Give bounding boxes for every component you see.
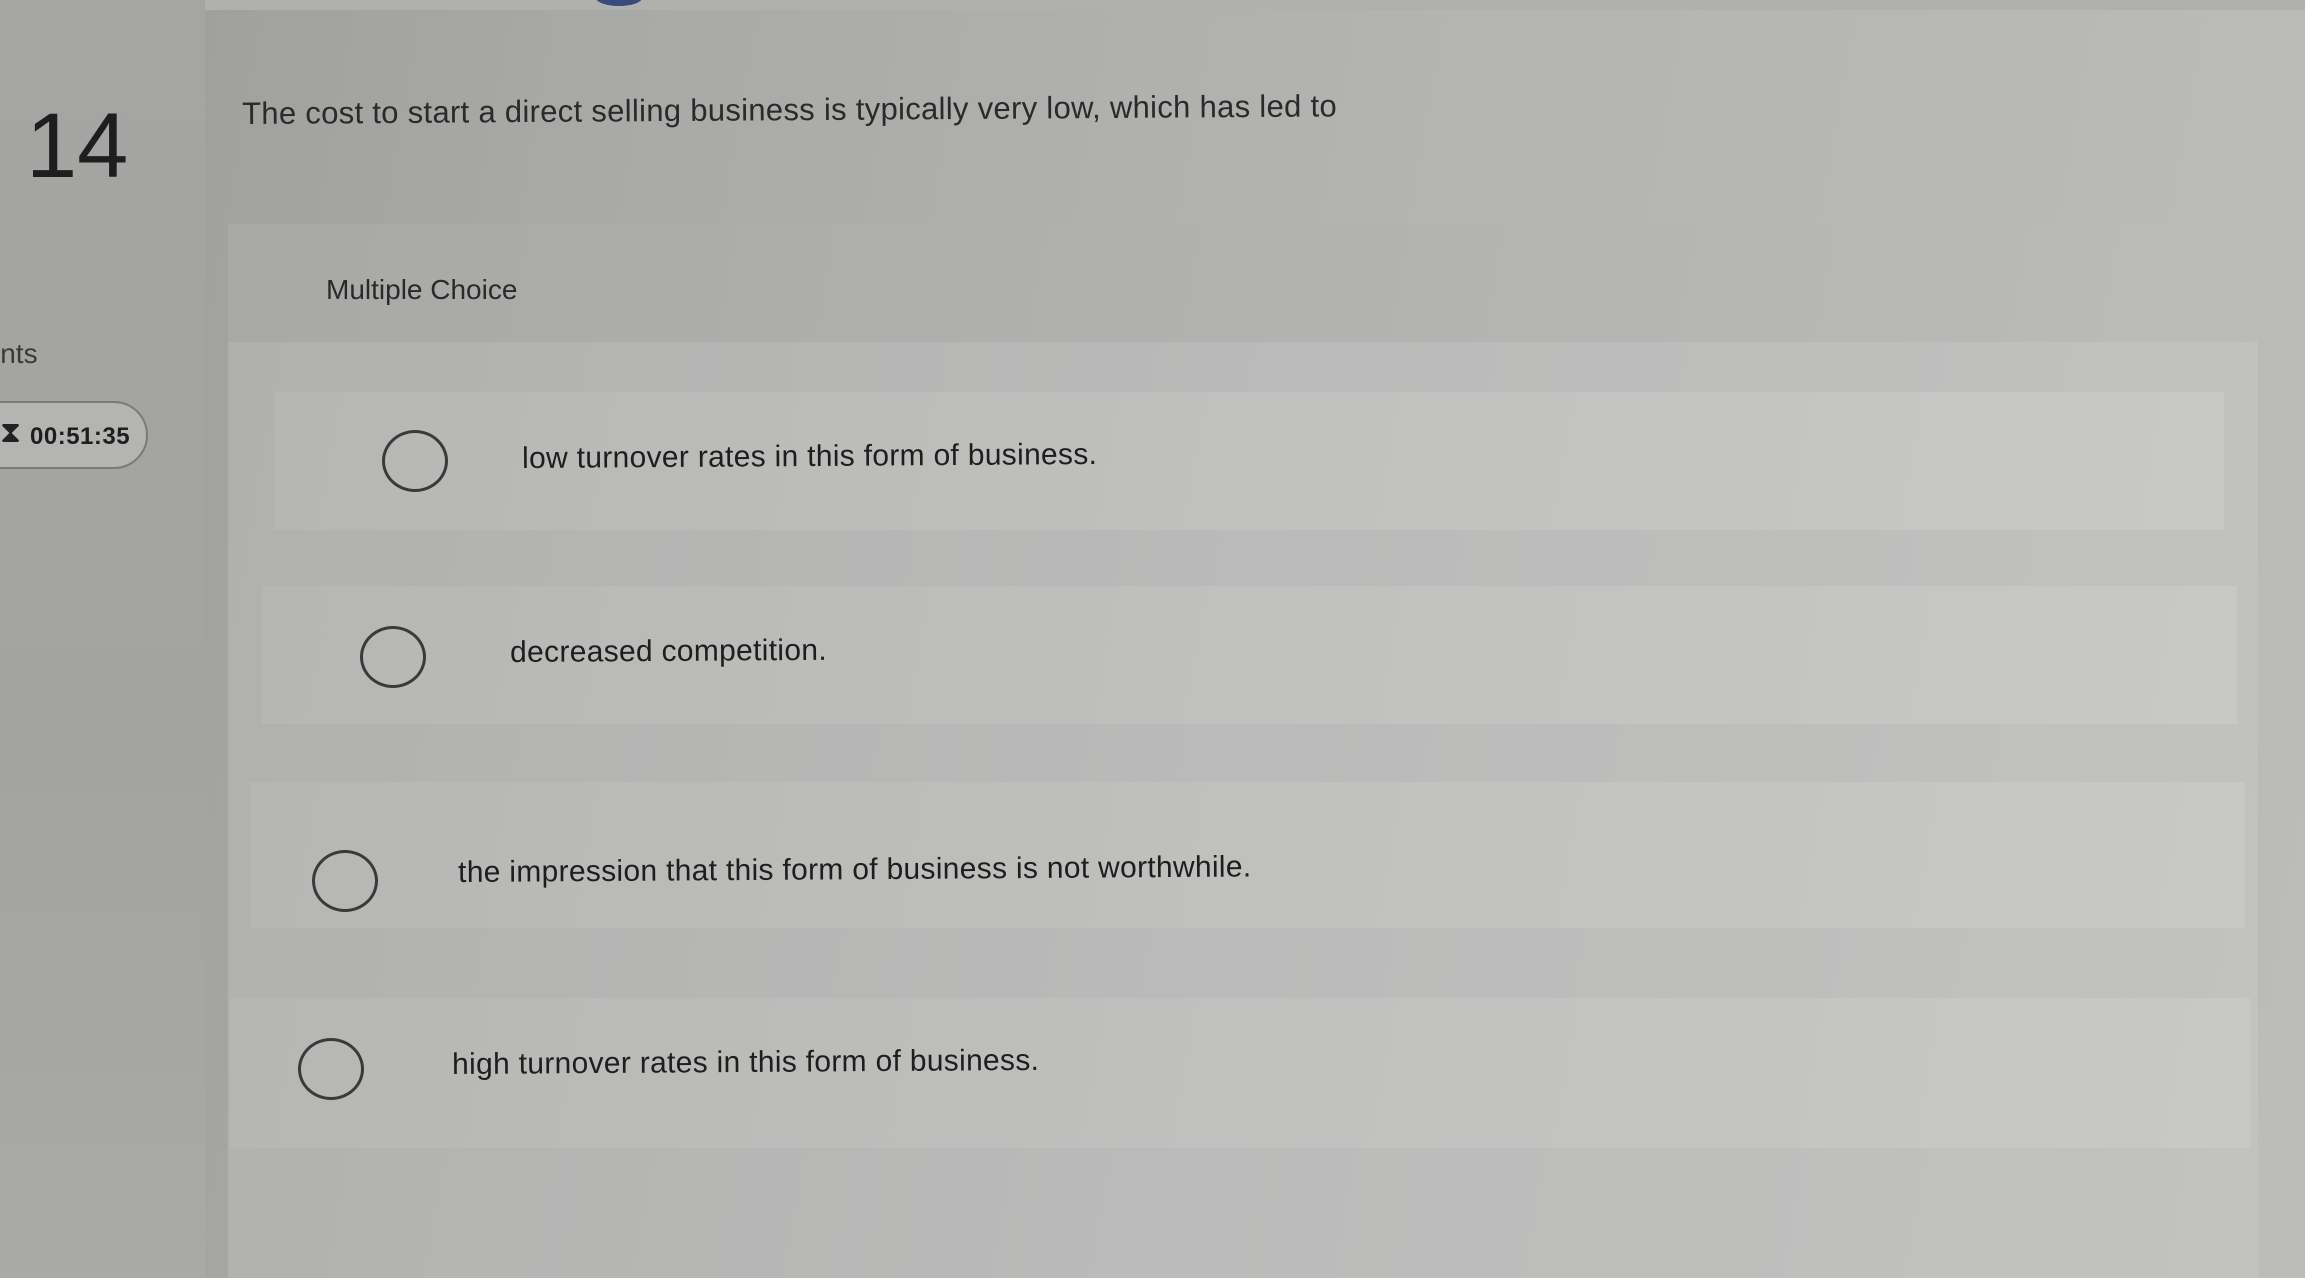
- answer-option[interactable]: decreased competition.: [262, 586, 2237, 724]
- radio-button[interactable]: [312, 850, 378, 912]
- timer-badge: ⧗ 00:51:35: [0, 401, 148, 469]
- hourglass-icon: ⧗: [0, 416, 22, 449]
- progress-indicator-dot: [596, 0, 642, 6]
- answer-panel: Multiple Choice low turnover rates in th…: [228, 224, 2258, 1278]
- radio-button[interactable]: [382, 430, 448, 492]
- question-sidebar: 14 ints ⧗ 00:51:35: [0, 0, 205, 1278]
- answer-option[interactable]: low turnover rates in this form of busin…: [274, 392, 2224, 530]
- answer-option-text[interactable]: low turnover rates in this form of busin…: [522, 438, 1097, 476]
- top-edge-strip: [0, 0, 2305, 10]
- question-text: The cost to start a direct selling busin…: [242, 88, 1338, 131]
- answer-option[interactable]: high turnover rates in this form of busi…: [230, 998, 2250, 1148]
- question-type-label: Multiple Choice: [326, 274, 518, 305]
- answer-option-text[interactable]: high turnover rates in this form of busi…: [452, 1044, 1039, 1082]
- radio-button[interactable]: [298, 1038, 364, 1100]
- question-type-header: Multiple Choice: [228, 224, 2258, 342]
- radio-button[interactable]: [360, 626, 426, 688]
- answer-option-text[interactable]: the impression that this form of busines…: [458, 850, 1252, 890]
- answer-option-text[interactable]: decreased competition.: [510, 634, 827, 670]
- question-number: 14: [26, 95, 129, 197]
- timer-value: 00:51:35: [30, 423, 131, 450]
- answer-option[interactable]: the impression that this form of busines…: [250, 782, 2245, 928]
- points-label: ints: [0, 338, 38, 369]
